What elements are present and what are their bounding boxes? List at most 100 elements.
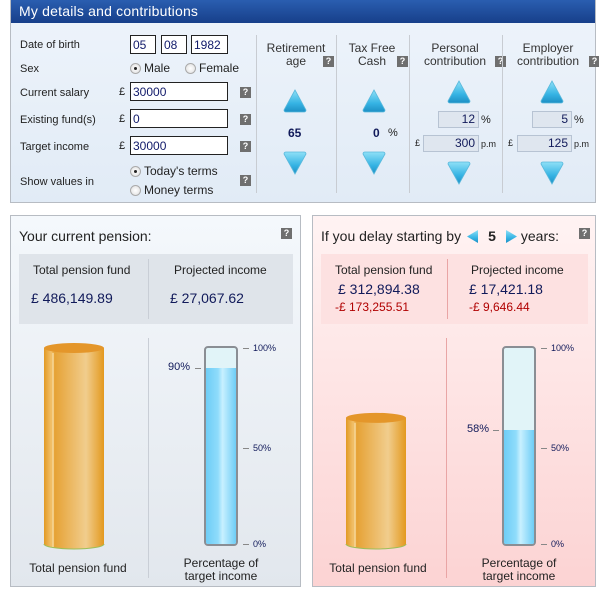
dob-month-input[interactable] (161, 35, 187, 54)
details-header: My details and contributions (11, 0, 595, 23)
current-help-icon[interactable]: ? (281, 228, 292, 239)
delay-percent-marker: 58% (467, 423, 490, 436)
salary-help-icon[interactable]: ? (240, 87, 251, 98)
employer-amount-field[interactable]: 125 (517, 135, 572, 152)
tick-label-50: 50% (551, 443, 570, 453)
tick-label-50: 50% (253, 443, 272, 453)
tick-50 (541, 448, 547, 449)
current-percent-marker-line (195, 367, 201, 369)
dob-day-input[interactable] (130, 35, 156, 54)
current-thermometer-caption: Percentage of target income (161, 557, 281, 583)
personal-increase-button[interactable] (446, 79, 472, 105)
sex-male-radio[interactable]: Male (130, 61, 170, 75)
current-fund-value: £ 486,149.89 (31, 290, 113, 306)
show-values-help-icon[interactable]: ? (240, 175, 251, 186)
taxfree-title-line2: Cash (357, 54, 386, 68)
employer-decrease-button[interactable] (539, 160, 565, 186)
sex-label: Sex (20, 63, 39, 75)
personal-title: Personal contribution (415, 42, 495, 68)
taxfree-help-icon[interactable]: ? (397, 56, 408, 67)
current-income-value: £ 27,067.62 (170, 290, 244, 306)
divider (336, 35, 337, 193)
existing-input[interactable] (130, 109, 228, 128)
caption-line2: target income (184, 569, 258, 583)
existing-label: Existing fund(s) (20, 114, 96, 126)
delay-fund-value: £ 312,894.38 (338, 281, 420, 297)
employer-percent-unit: % (574, 114, 584, 126)
delay-help-icon[interactable]: ? (579, 228, 590, 239)
delay-thermometer-caption: Percentage of target income (459, 557, 579, 583)
retirement-decrease-button[interactable] (282, 150, 308, 176)
personal-amount-unit: p.m (481, 139, 497, 149)
delay-cylinder-caption: Total pension fund (329, 561, 427, 575)
delay-title-suffix: years: (520, 228, 559, 244)
existing-help-icon[interactable]: ? (240, 114, 251, 125)
current-fund-label: Total pension fund (33, 263, 131, 277)
taxfree-decrease-button[interactable] (361, 150, 387, 176)
money-terms-radio[interactable]: Money terms (130, 183, 213, 197)
radio-selected-icon (130, 62, 141, 74)
show-values-label: Show values in (20, 176, 94, 188)
delay-decrease-button[interactable] (466, 229, 480, 244)
sex-male-label: Male (144, 61, 171, 75)
delay-cylinder-top (346, 412, 406, 423)
current-pension-title: Your current pension: (19, 228, 152, 244)
personal-amount-field[interactable]: 300 (423, 135, 479, 152)
delay-title-prefix: If you delay starting by (321, 228, 462, 244)
delay-increase-button[interactable] (504, 229, 518, 244)
salary-currency: £ (119, 86, 126, 98)
tick-label-100: 100% (551, 343, 575, 353)
divider (148, 338, 149, 578)
current-cylinder-top (44, 343, 104, 353)
delay-income-difference: -£ 9,646.44 (469, 300, 530, 314)
personal-decrease-button[interactable] (446, 160, 472, 186)
delay-pension-panel: If you delay starting by 5 years: ? Tota… (312, 215, 596, 587)
current-pension-panel: Your current pension: ? Total pension fu… (10, 215, 301, 587)
caption-line2: target income (482, 569, 556, 583)
divider (409, 35, 410, 193)
retirement-title-line2: age (285, 54, 307, 68)
existing-currency: £ (119, 113, 126, 125)
sex-female-radio[interactable]: Female (185, 61, 239, 75)
details-panel: My details and contributions Date of bir… (10, 0, 599, 203)
personal-percent-unit: % (481, 114, 491, 126)
taxfree-unit: % (388, 127, 398, 139)
dob-year-input[interactable] (191, 35, 228, 54)
tick-50 (243, 448, 249, 449)
salary-input[interactable] (130, 82, 228, 101)
target-input[interactable] (130, 136, 228, 155)
employer-currency: £ (508, 138, 514, 148)
retirement-title: Retirement age (261, 42, 331, 68)
tick-100 (243, 348, 249, 349)
current-thermometer (204, 346, 238, 546)
delay-fund-label: Total pension fund (335, 263, 433, 277)
radio-unselected-icon (185, 62, 196, 74)
taxfree-increase-button[interactable] (361, 88, 387, 114)
sex-female-label: Female (199, 61, 240, 75)
retirement-help-icon[interactable]: ? (323, 56, 334, 67)
employer-percent-field[interactable]: 5 (532, 111, 572, 128)
employer-help-icon[interactable]: ? (589, 56, 599, 67)
radio-unselected-icon (130, 184, 141, 196)
target-currency: £ (119, 140, 126, 152)
employer-amount-unit: p.m (574, 139, 590, 149)
personal-percent-field[interactable]: 12 (438, 111, 479, 128)
personal-help-icon[interactable]: ? (495, 56, 506, 67)
delay-thermometer-fill (504, 430, 534, 544)
employer-title-line2: contribution (516, 54, 580, 68)
retirement-age-value: 65 (288, 126, 302, 140)
delay-income-value: £ 17,421.18 (469, 281, 543, 297)
target-help-icon[interactable]: ? (240, 141, 251, 152)
delay-thermometer (502, 346, 536, 546)
tick-label-0: 0% (551, 539, 565, 549)
employer-increase-button[interactable] (539, 79, 565, 105)
retirement-increase-button[interactable] (282, 88, 308, 114)
todays-terms-radio[interactable]: Today's terms (130, 164, 218, 178)
target-label: Target income (20, 141, 90, 153)
divider (256, 35, 257, 193)
divider (447, 259, 448, 319)
radio-selected-icon (130, 165, 141, 177)
taxfree-title: Tax Free Cash (341, 42, 403, 68)
current-cylinder-caption: Total pension fund (29, 561, 127, 575)
current-income-label: Projected income (174, 263, 267, 277)
